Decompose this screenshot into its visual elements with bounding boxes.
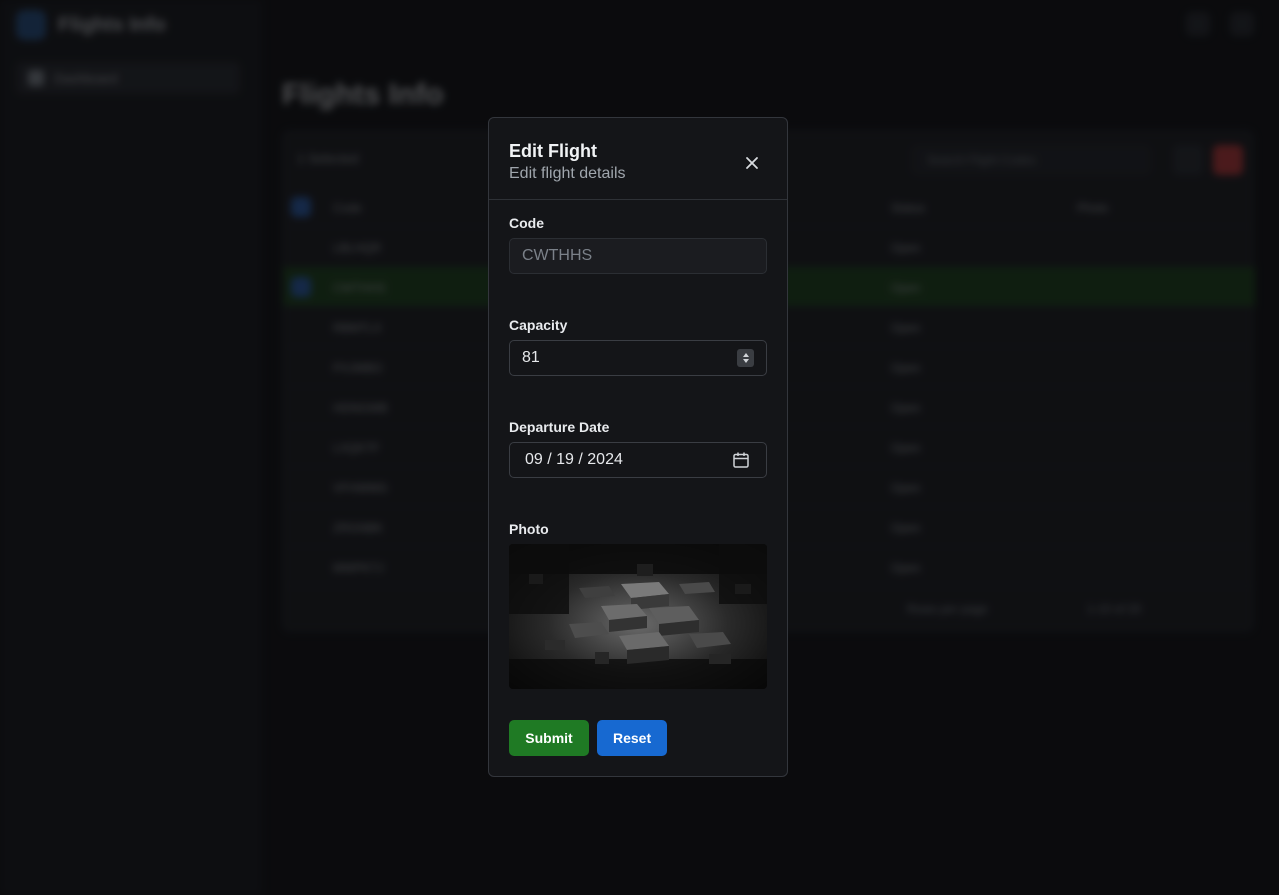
calendar-icon[interactable] xyxy=(732,451,750,469)
capacity-label: Capacity xyxy=(509,317,568,333)
code-field: Code CWTHHS xyxy=(509,214,767,274)
departure-date-label: Departure Date xyxy=(509,419,610,435)
dialog-form: Code CWTHHS Capacity 81 Departure Date 0… xyxy=(509,214,767,731)
chevron-up-icon[interactable] xyxy=(742,353,749,357)
capacity-stepper[interactable] xyxy=(737,349,754,367)
capacity-value: 81 xyxy=(522,349,540,366)
close-button[interactable] xyxy=(741,152,763,174)
capacity-field: Capacity 81 xyxy=(509,316,767,376)
dialog-header: Edit Flight Edit flight details xyxy=(489,118,787,200)
edit-flight-dialog: Edit Flight Edit flight details Code CWT… xyxy=(488,117,788,777)
dialog-title: Edit Flight xyxy=(509,141,597,161)
capacity-input[interactable]: 81 xyxy=(509,340,767,376)
reset-button[interactable]: Reset xyxy=(597,720,667,756)
dialog-subtitle: Edit flight details xyxy=(509,165,626,182)
photo-label: Photo xyxy=(509,521,549,537)
departure-date-input[interactable]: 09 / 19 / 2024 xyxy=(509,442,767,478)
close-icon xyxy=(746,157,758,169)
submit-button[interactable]: Submit xyxy=(509,720,589,756)
code-label: Code xyxy=(509,215,544,231)
photo-image xyxy=(509,544,767,689)
departure-date-field: Departure Date 09 / 19 / 2024 xyxy=(509,418,767,478)
photo-field: Photo xyxy=(509,520,767,689)
flight-photo xyxy=(509,544,767,689)
chevron-down-icon[interactable] xyxy=(742,359,749,363)
departure-date-value: 09 / 19 / 2024 xyxy=(525,451,623,468)
code-input: CWTHHS xyxy=(509,238,767,274)
dialog-actions: Submit Reset xyxy=(509,720,667,756)
